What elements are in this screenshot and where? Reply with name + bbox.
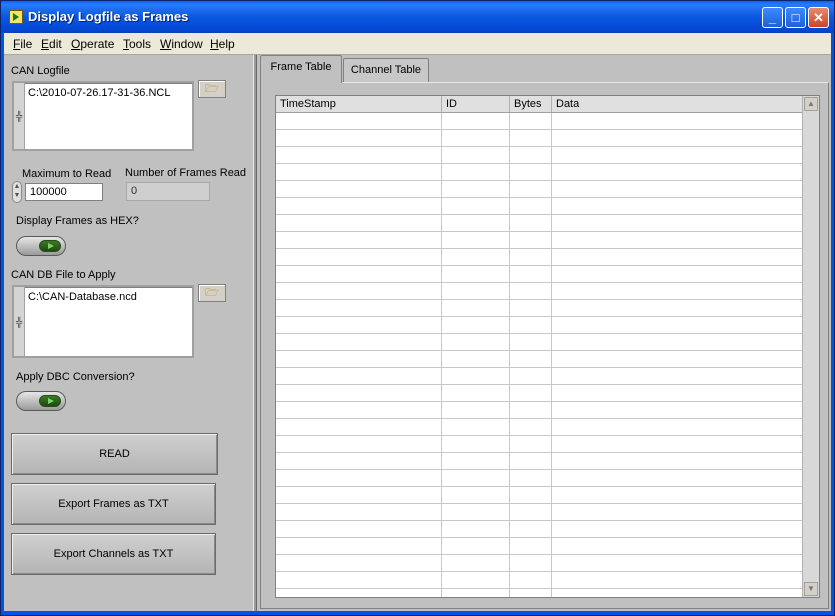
close-button[interactable]: ✕ bbox=[808, 7, 829, 28]
title-bar[interactable]: Display Logfile as Frames _ □ ✕ bbox=[1, 1, 834, 33]
menu-operate[interactable]: Operate bbox=[71, 37, 114, 51]
menu-file[interactable]: File bbox=[13, 37, 32, 51]
table-row[interactable] bbox=[276, 368, 802, 385]
candb-path[interactable]: ╬ C:\CAN-Database.ncd bbox=[12, 285, 194, 358]
table-row[interactable] bbox=[276, 419, 802, 436]
table-row[interactable] bbox=[276, 198, 802, 215]
dbc-toggle-led-icon bbox=[39, 395, 61, 407]
table-row[interactable] bbox=[276, 249, 802, 266]
max-read-input[interactable]: 100000 bbox=[25, 183, 103, 201]
spin-arrows-icon[interactable]: ▲ ▼ bbox=[12, 181, 22, 203]
table-row[interactable] bbox=[276, 470, 802, 487]
table-row[interactable] bbox=[276, 385, 802, 402]
table-row[interactable] bbox=[276, 283, 802, 300]
col-timestamp[interactable]: TimeStamp bbox=[276, 96, 442, 112]
export-channels-button[interactable]: Export Channels as TXT bbox=[11, 533, 216, 575]
folder-open-icon[interactable]: 🗁 bbox=[198, 284, 226, 302]
hex-toggle-led-icon bbox=[39, 240, 61, 252]
scroll-down-arrow-icon[interactable]: ▼ bbox=[804, 582, 818, 596]
path-browse-marker-icon: ╬ bbox=[16, 111, 23, 121]
table-row[interactable] bbox=[276, 147, 802, 164]
table-row[interactable] bbox=[276, 487, 802, 504]
table-row[interactable] bbox=[276, 232, 802, 249]
table-row[interactable] bbox=[276, 504, 802, 521]
table-row[interactable] bbox=[276, 436, 802, 453]
can-logfile-label: CAN Logfile bbox=[11, 65, 70, 77]
export-frames-button[interactable]: Export Frames as TXT bbox=[11, 483, 216, 525]
tab-frame-table[interactable]: Frame Table bbox=[260, 55, 342, 83]
candb-browse-marker-icon: ╬ bbox=[16, 317, 23, 327]
folder-open-icon[interactable]: 🗁 bbox=[198, 80, 226, 98]
table-row[interactable] bbox=[276, 317, 802, 334]
table-row[interactable] bbox=[276, 164, 802, 181]
can-logfile-path[interactable]: ╬ C:\2010-07-26.17-31-36.NCL bbox=[12, 81, 194, 151]
hex-label: Display Frames as HEX? bbox=[16, 215, 139, 227]
table-row[interactable] bbox=[276, 351, 802, 368]
table-vertical-scrollbar[interactable]: ▲ ▼ bbox=[802, 96, 819, 597]
table-row[interactable] bbox=[276, 521, 802, 538]
read-button[interactable]: READ bbox=[11, 433, 218, 475]
max-read-label: Maximum to Read bbox=[22, 168, 112, 180]
table-row[interactable] bbox=[276, 215, 802, 232]
col-data[interactable]: Data bbox=[552, 96, 802, 112]
front-panel: CAN Logfile ╬ C:\2010-07-26.17-31-36.NCL… bbox=[4, 55, 831, 611]
table-row[interactable] bbox=[276, 538, 802, 555]
app-icon bbox=[9, 10, 23, 24]
menu-window[interactable]: Window bbox=[160, 37, 203, 51]
candb-label: CAN DB File to Apply bbox=[11, 269, 116, 281]
table-row[interactable] bbox=[276, 402, 802, 419]
frames-read-value: 0 bbox=[126, 182, 210, 201]
panel-splitter[interactable] bbox=[253, 55, 257, 611]
dbc-label: Apply DBC Conversion? bbox=[16, 371, 135, 383]
hex-toggle[interactable] bbox=[16, 236, 66, 256]
window-title: Display Logfile as Frames bbox=[28, 9, 189, 24]
menu-tools[interactable]: Tools bbox=[123, 37, 151, 51]
col-id[interactable]: ID bbox=[442, 96, 510, 112]
app-window: Display Logfile as Frames _ □ ✕ File Edi… bbox=[0, 0, 835, 616]
menu-edit[interactable]: Edit bbox=[41, 37, 62, 51]
maximize-button[interactable]: □ bbox=[785, 7, 806, 28]
frame-table[interactable]: TimeStamp ID Bytes Data ▲ ▼ bbox=[275, 95, 820, 598]
table-row[interactable] bbox=[276, 334, 802, 351]
frame-table-panel: TimeStamp ID Bytes Data ▲ ▼ bbox=[260, 82, 829, 609]
can-logfile-value: C:\2010-07-26.17-31-36.NCL bbox=[28, 87, 171, 99]
menu-bar: File Edit Operate Tools Window Help bbox=[4, 33, 831, 55]
frames-read-label: Number of Frames Read bbox=[125, 167, 247, 179]
minimize-button[interactable]: _ bbox=[762, 7, 783, 28]
scroll-up-arrow-icon[interactable]: ▲ bbox=[804, 97, 818, 111]
table-row[interactable] bbox=[276, 300, 802, 317]
tab-channel-table[interactable]: Channel Table bbox=[343, 58, 429, 82]
table-row[interactable] bbox=[276, 453, 802, 470]
table-header: TimeStamp ID Bytes Data bbox=[276, 96, 802, 113]
col-bytes[interactable]: Bytes bbox=[510, 96, 552, 112]
table-row[interactable] bbox=[276, 181, 802, 198]
menu-help[interactable]: Help bbox=[210, 37, 235, 51]
candb-value: C:\CAN-Database.ncd bbox=[28, 291, 137, 303]
table-row[interactable] bbox=[276, 555, 802, 572]
table-row[interactable] bbox=[276, 130, 802, 147]
table-row[interactable] bbox=[276, 572, 802, 589]
table-row[interactable] bbox=[276, 113, 802, 130]
dbc-toggle[interactable] bbox=[16, 391, 66, 411]
table-row[interactable] bbox=[276, 266, 802, 283]
